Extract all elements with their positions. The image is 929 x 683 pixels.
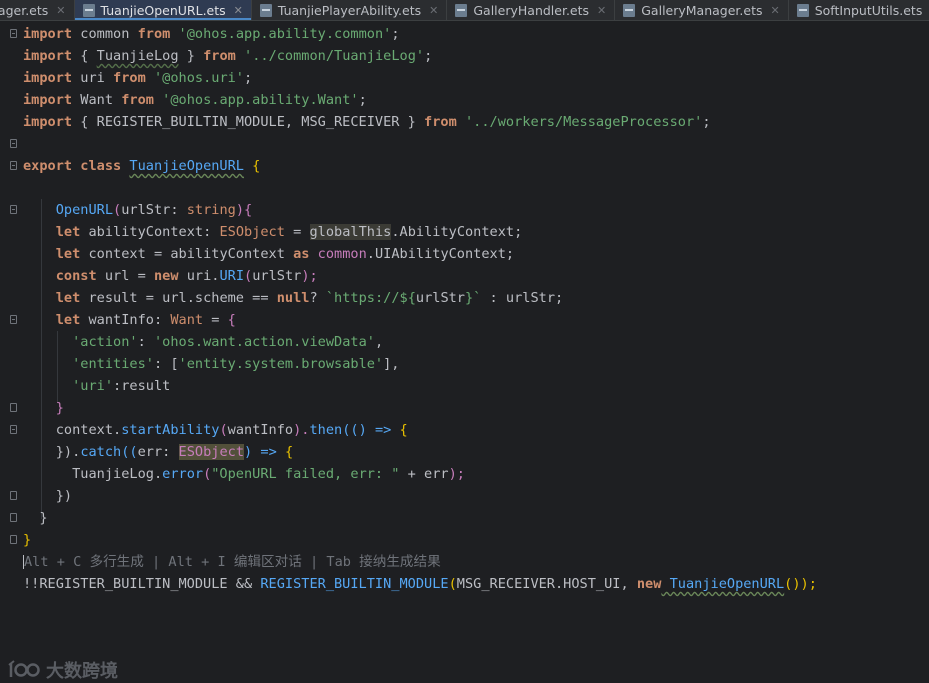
ets-file-icon [796, 3, 809, 17]
code-line-13: let result = url.scheme == null? `https:… [55, 290, 564, 306]
code-line-23: } [39, 510, 48, 526]
code-line-17: 'uri':result [72, 378, 171, 394]
fold-icon[interactable] [10, 425, 17, 434]
editor-gutter [0, 21, 20, 668]
watermark-text: 大数跨境 [46, 661, 118, 682]
close-tab-icon[interactable]: ✕ [56, 4, 65, 17]
code-editor[interactable]: import common from '@ohos.app.ability.co… [0, 21, 929, 682]
code-line-11: let context = abilityContext as common.U… [55, 246, 515, 262]
fold-icon[interactable] [10, 535, 17, 544]
code-line-20: }).catch((err: ESObject) => { [55, 444, 294, 460]
tab-label: nager.ets [0, 2, 49, 18]
tab-label: TuanjiePlayerAbility.ets [277, 2, 422, 18]
code-line-5: import { REGISTER_BUILTIN_MODULE, MSG_RE… [23, 114, 711, 130]
code-line-15: 'action': 'ohos.want.action.viewData', [72, 334, 384, 350]
tab-gallery-manager[interactable]: GalleryManager.ets ✕ [615, 0, 789, 20]
tab-tuanjie-open-url[interactable]: TuanjieOpenURL.ets ✕ [74, 0, 252, 20]
code-line-10: let abilityContext: ESObject = globalThi… [55, 224, 523, 240]
fold-icon[interactable] [10, 315, 17, 324]
code-line-24: } [23, 532, 32, 548]
close-tab-icon[interactable]: ✕ [429, 4, 438, 17]
code-line-14: let wantInfo: Want = { [55, 312, 236, 328]
fold-icon[interactable] [10, 161, 17, 170]
fold-icon[interactable] [10, 491, 17, 500]
code-line-3: import uri from '@ohos.uri'; [23, 70, 253, 86]
fold-icon[interactable] [10, 139, 17, 148]
code-line-12: const url = new uri.URI(urlStr); [55, 268, 318, 284]
code-line-21: TuanjieLog.error("OpenURL failed, err: "… [72, 466, 465, 482]
code-lines: import common from '@ohos.app.ability.co… [23, 23, 817, 595]
tab-label: GalleryManager.ets [641, 2, 763, 18]
close-tab-icon[interactable]: ✕ [597, 4, 606, 17]
close-tab-icon[interactable]: ✕ [771, 4, 780, 17]
editor-tab-bar: nager.ets ✕ TuanjieOpenURL.ets ✕ Tuanjie… [0, 0, 929, 21]
code-line-26: !!REGISTER_BUILTIN_MODULE && REGISTER_BU… [23, 576, 817, 592]
close-tab-icon[interactable]: ✕ [234, 4, 243, 17]
fold-icon[interactable] [10, 205, 17, 214]
tab-tuanjie-player-ability[interactable]: TuanjiePlayerAbility.ets ✕ [252, 0, 448, 20]
ai-completion-hint: Alt + C 多行生成 | Alt + I 编辑区对话 | Tab 接纳生成结… [24, 554, 441, 570]
tab-gallery-handler[interactable]: GalleryHandler.ets ✕ [447, 0, 616, 20]
ets-file-icon [623, 3, 636, 17]
tab-message-manager[interactable]: nager.ets ✕ [0, 0, 75, 20]
tab-label: TuanjieOpenURL.ets [100, 2, 226, 18]
code-line-25: Alt + C 多行生成 | Alt + I 编辑区对话 | Tab 接纳生成结… [23, 551, 817, 573]
code-line-19: context.startAbility(wantInfo).then(() =… [55, 422, 408, 438]
code-line-7: export class TuanjieOpenURL { [23, 158, 261, 174]
code-line-22: }) [55, 488, 73, 504]
fold-icon[interactable] [10, 513, 17, 522]
ets-file-icon [455, 3, 468, 17]
code-line-4: import Want from '@ohos.app.ability.Want… [23, 92, 367, 108]
fold-icon[interactable] [10, 403, 17, 412]
watermark: 大数跨境 [8, 657, 118, 683]
code-line-16: 'entities': ['entity.system.browsable'], [72, 356, 400, 372]
code-line-18: } [55, 400, 64, 416]
tab-label: GalleryHandler.ets [473, 2, 590, 18]
code-line-1: import common from '@ohos.app.ability.co… [23, 26, 400, 42]
watermark-logo-icon [8, 660, 40, 677]
code-line-9: OpenURL(urlStr: string){ [55, 202, 253, 218]
ets-file-icon [259, 3, 272, 17]
fold-icon[interactable] [10, 29, 17, 38]
code-line-2: import { TuanjieLog } from '../common/Tu… [23, 48, 433, 64]
tab-soft-input-utils[interactable]: SoftInputUtils.ets ✕ [789, 0, 929, 20]
ets-file-icon [82, 3, 95, 17]
tab-label: SoftInputUtils.ets [814, 2, 923, 18]
